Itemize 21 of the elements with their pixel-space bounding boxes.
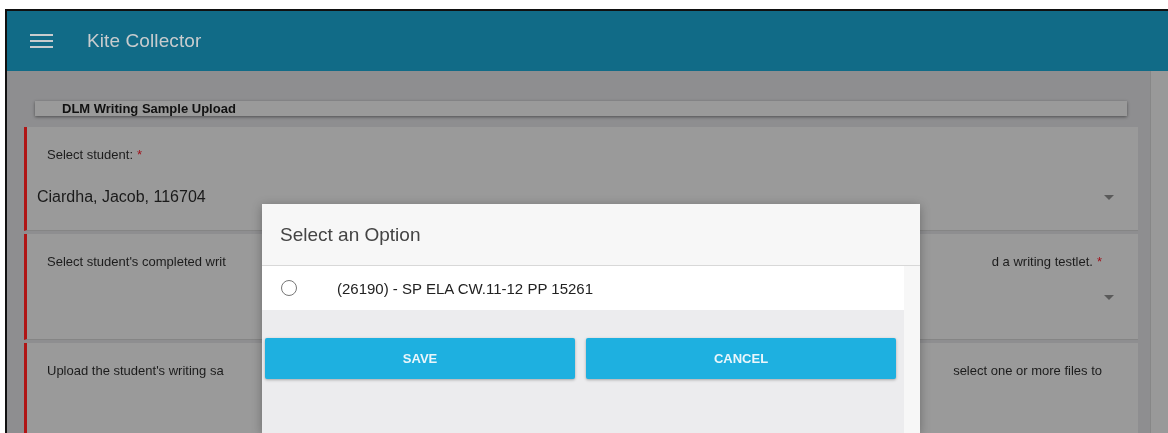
caret-icon[interactable] [1104, 194, 1114, 200]
scrollbar[interactable] [1150, 71, 1168, 433]
field-label: Upload the student's writing sa [47, 363, 224, 378]
dialog-scrollbar[interactable] [904, 266, 920, 433]
field-label: select one or more files to [953, 363, 1102, 378]
option-row[interactable]: (26190) - SP ELA CW.11-12 PP 15261 [262, 266, 904, 310]
required-mark: * [137, 147, 143, 162]
select-value: Ciardha, Jacob, 116704 [37, 188, 206, 206]
field-label: d a writing testlet. [991, 254, 1093, 269]
caret-icon[interactable] [1104, 295, 1114, 300]
option-label: (26190) - SP ELA CW.11-12 PP 15261 [337, 279, 593, 297]
app-title: Kite Collector [87, 30, 202, 52]
required-mark: * [1096, 254, 1102, 269]
field-label: Select student: [47, 147, 133, 162]
menu-icon[interactable] [30, 34, 53, 48]
field-label: Select student's completed writ [47, 254, 226, 269]
save-button[interactable]: SAVE [265, 338, 575, 379]
radio-button[interactable] [281, 280, 297, 296]
cancel-button[interactable]: CANCEL [586, 338, 896, 379]
dialog-title: Select an Option [280, 223, 421, 246]
page-title: DLM Writing Sample Upload [62, 101, 236, 116]
